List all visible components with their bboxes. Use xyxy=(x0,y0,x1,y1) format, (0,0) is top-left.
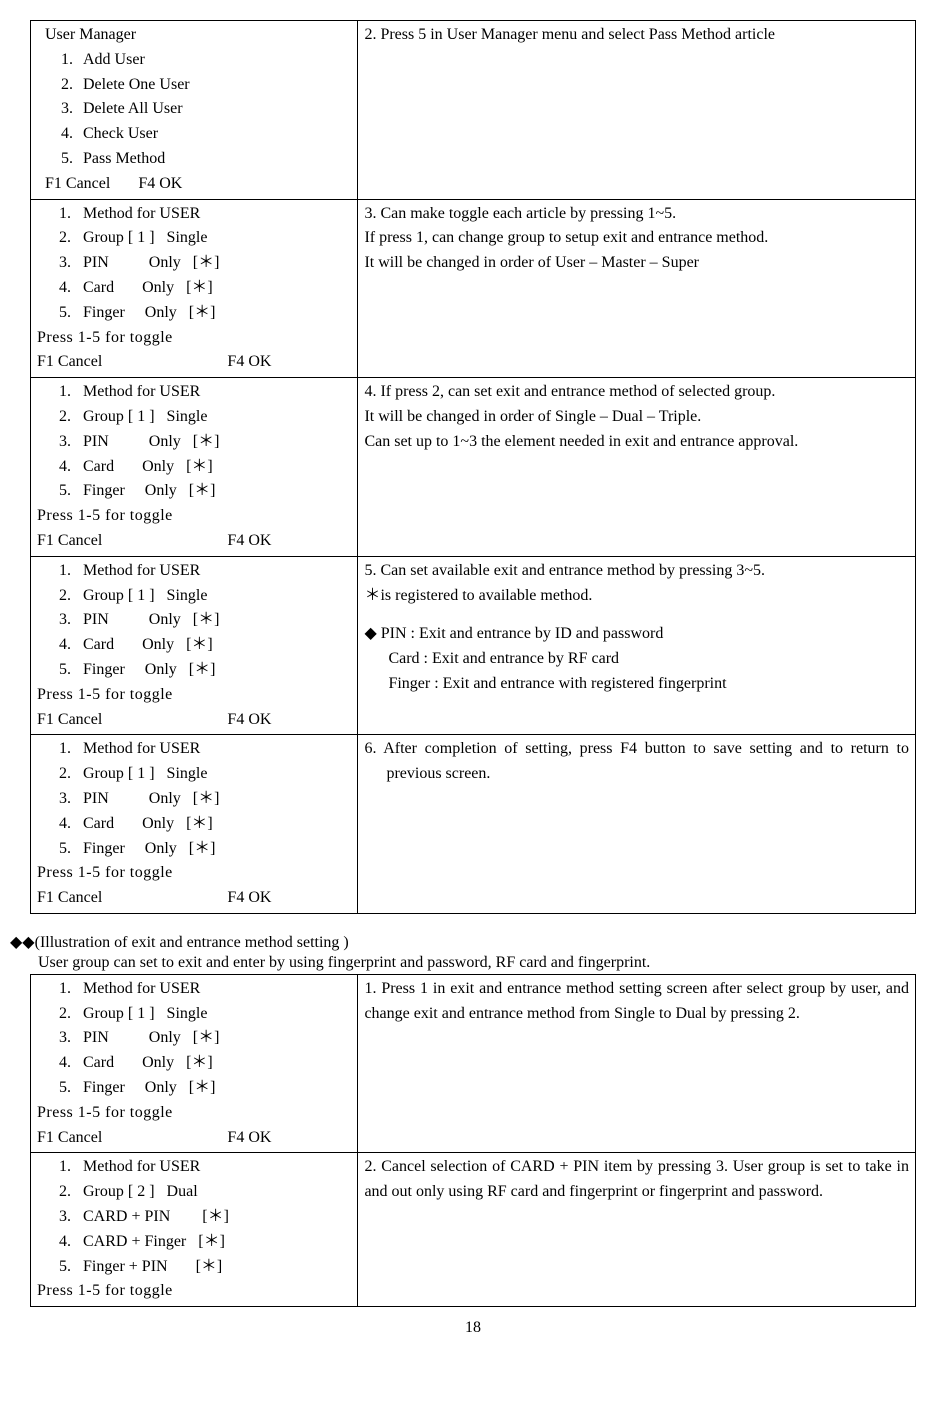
ok-label: F4 OK xyxy=(227,350,271,375)
page-number: 18 xyxy=(30,1319,916,1337)
desc-cell: 5. Can set available exit and entrance m… xyxy=(358,556,916,735)
footer-line: F1 Cancel F4 OK xyxy=(37,708,351,733)
cancel-label: F1 Cancel xyxy=(45,175,110,192)
screen-cell: 1. Method for USER 2. Group [ 1 ] Single… xyxy=(31,974,358,1153)
menu-line: 3. PIN Only [＊] xyxy=(59,1026,351,1051)
screen-cell: 1. Method for USER 2. Group [ 1 ] Single… xyxy=(31,556,358,735)
desc-cell: 2. Press 5 in User Manager menu and sele… xyxy=(358,21,916,200)
toggle-hint: Press 1-5 for toggle xyxy=(37,504,351,529)
table-row: 1. Method for USER 2. Group [ 1 ] Single… xyxy=(31,974,916,1153)
menu-line: 4. Card Only [＊] xyxy=(59,633,351,658)
desc-cell: 3. Can make toggle each article by press… xyxy=(358,199,916,378)
ok-label: F4 OK xyxy=(227,529,271,554)
table-row: 1. Method for USER 2. Group [ 2 ] Dual 3… xyxy=(31,1153,916,1307)
toggle-hint: Press 1-5 for toggle xyxy=(37,1279,351,1304)
menu-line: 4. Card Only [＊] xyxy=(59,1051,351,1076)
menu-line: 1. Method for USER xyxy=(59,1155,351,1180)
cancel-label: F1 Cancel xyxy=(37,529,102,554)
desc-cell: 1. Press 1 in exit and entrance method s… xyxy=(358,974,916,1153)
screen-cell: 1. Method for USER 2. Group [ 1 ] Single… xyxy=(31,199,358,378)
menu-line: 4. CARD + Finger [＊] xyxy=(59,1230,351,1255)
desc-text: 6. After completion of setting, press F4… xyxy=(386,737,909,787)
footer-line: F1 Cancel F4 OK xyxy=(45,172,351,197)
menu-line: 3. PIN Only [＊] xyxy=(59,787,351,812)
toggle-hint: Press 1-5 for toggle xyxy=(37,683,351,708)
section-heading: ◆◆(Illustration of exit and entrance met… xyxy=(10,932,916,952)
menu-line: 4. Card Only [＊] xyxy=(59,276,351,301)
desc-text: 1. Press 1 in exit and entrance method s… xyxy=(364,977,909,1027)
table-row: User Manager Add User Delete One User De… xyxy=(31,21,916,200)
menu-line: 1. Method for USER xyxy=(59,977,351,1002)
menu-line: 2. Group [ 1 ] Single xyxy=(59,405,351,430)
ok-label: F4 OK xyxy=(227,886,271,911)
menu-line: 1. Method for USER xyxy=(59,559,351,584)
footer-line: F1 Cancel F4 OK xyxy=(37,886,351,911)
list-item: Pass Method xyxy=(77,147,351,172)
desc-line: Finger : Exit and entrance with register… xyxy=(388,672,909,697)
menu-line: 2. Group [ 2 ] Dual xyxy=(59,1180,351,1205)
desc-line: Card : Exit and entrance by RF card xyxy=(388,647,909,672)
menu-line: 5. Finger Only [＊] xyxy=(59,1076,351,1101)
ok-label: F4 OK xyxy=(227,708,271,733)
menu-line: 5. Finger Only [＊] xyxy=(59,658,351,683)
menu-line: 3. PIN Only [＊] xyxy=(59,251,351,276)
menu-line: 3. PIN Only [＊] xyxy=(59,608,351,633)
footer-line: F1 Cancel F4 OK xyxy=(37,1126,351,1151)
table-row: 1. Method for USER 2. Group [ 1 ] Single… xyxy=(31,556,916,735)
screen-cell: 1. Method for USER 2. Group [ 1 ] Single… xyxy=(31,735,358,914)
menu-line: 1. Method for USER xyxy=(59,737,351,762)
desc-cell: 2. Cancel selection of CARD + PIN item b… xyxy=(358,1153,916,1307)
section-subheading: User group can set to exit and enter by … xyxy=(38,954,916,972)
desc-cell: 4. If press 2, can set exit and entrance… xyxy=(358,378,916,557)
cancel-label: F1 Cancel xyxy=(37,886,102,911)
desc-cell: 6. After completion of setting, press F4… xyxy=(358,735,916,914)
ok-label: F4 OK xyxy=(138,175,182,192)
menu-title: User Manager xyxy=(45,23,351,48)
menu-line: 2. Group [ 1 ] Single xyxy=(59,762,351,787)
list-item: Add User xyxy=(77,48,351,73)
table-row: 1. Method for USER 2. Group [ 1 ] Single… xyxy=(31,378,916,557)
screen-cell: 1. Method for USER 2. Group [ 2 ] Dual 3… xyxy=(31,1153,358,1307)
cancel-label: F1 Cancel xyxy=(37,708,102,733)
screen-cell: User Manager Add User Delete One User De… xyxy=(31,21,358,200)
menu-line: 2. Group [ 1 ] Single xyxy=(59,226,351,251)
menu-line: 3. PIN Only [＊] xyxy=(59,430,351,455)
toggle-hint: Press 1-5 for toggle xyxy=(37,861,351,886)
table-row: 1. Method for USER 2. Group [ 1 ] Single… xyxy=(31,735,916,914)
footer-line: F1 Cancel F4 OK xyxy=(37,350,351,375)
list-item: Check User xyxy=(77,122,351,147)
screen-cell: 1. Method for USER 2. Group [ 1 ] Single… xyxy=(31,378,358,557)
menu-line: 4. Card Only [＊] xyxy=(59,812,351,837)
menu-line: 5. Finger Only [＊] xyxy=(59,301,351,326)
table-row: 1. Method for USER 2. Group [ 1 ] Single… xyxy=(31,199,916,378)
menu-line: 5. Finger Only [＊] xyxy=(59,837,351,862)
menu-line: 1. Method for USER xyxy=(59,380,351,405)
footer-line: F1 Cancel F4 OK xyxy=(37,529,351,554)
toggle-hint: Press 1-5 for toggle xyxy=(37,326,351,351)
menu-line: 2. Group [ 1 ] Single xyxy=(59,584,351,609)
desc-text: 2. Press 5 in User Manager menu and sele… xyxy=(386,23,909,48)
menu-line: 4. Card Only [＊] xyxy=(59,455,351,480)
cancel-label: F1 Cancel xyxy=(37,1126,102,1151)
menu-line: 3. CARD + PIN [＊] xyxy=(59,1205,351,1230)
menu-line: 2. Group [ 1 ] Single xyxy=(59,1002,351,1027)
instruction-table-1: User Manager Add User Delete One User De… xyxy=(30,20,916,914)
cancel-label: F1 Cancel xyxy=(37,350,102,375)
list-item: Delete All User xyxy=(77,97,351,122)
desc-text: 4. If press 2, can set exit and entrance… xyxy=(364,380,909,454)
ok-label: F4 OK xyxy=(227,1126,271,1151)
menu-line: 5. Finger + PIN [＊] xyxy=(59,1255,351,1280)
instruction-table-2: 1. Method for USER 2. Group [ 1 ] Single… xyxy=(30,974,916,1307)
list-item: Delete One User xyxy=(77,73,351,98)
desc-text: 2. Cancel selection of CARD + PIN item b… xyxy=(364,1155,909,1205)
desc-text: 3. Can make toggle each article by press… xyxy=(364,202,909,276)
desc-line: ◆ PIN : Exit and entrance by ID and pass… xyxy=(364,622,909,647)
menu-line: 1. Method for USER xyxy=(59,202,351,227)
desc-text: 5. Can set available exit and entrance m… xyxy=(364,559,909,609)
toggle-hint: Press 1-5 for toggle xyxy=(37,1101,351,1126)
menu-list: Add User Delete One User Delete All User… xyxy=(37,48,351,172)
menu-line: 5. Finger Only [＊] xyxy=(59,479,351,504)
